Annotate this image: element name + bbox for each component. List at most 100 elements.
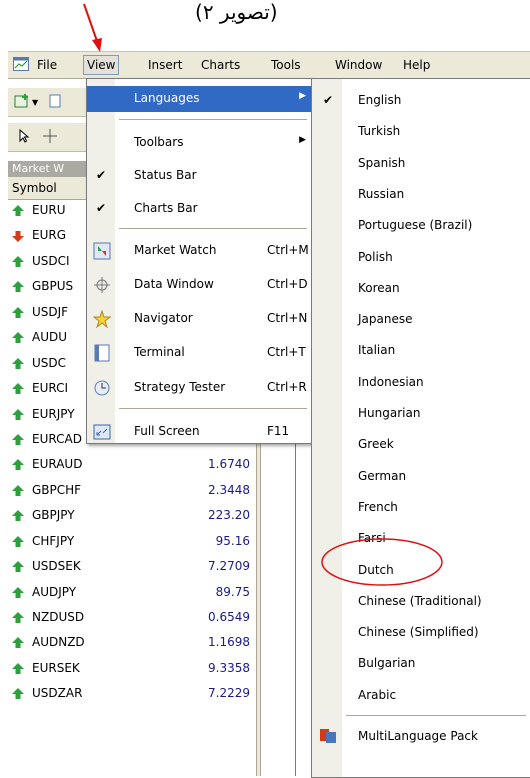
bid-value: 9.3358: [208, 660, 250, 675]
language-item-greek[interactable]: Greek: [312, 429, 530, 460]
view-menu-item-terminal[interactable]: Terminal Ctrl+T: [87, 340, 312, 366]
menu-item-shortcut: Ctrl+D: [267, 277, 308, 291]
view-menu-item-market-watch[interactable]: Market Watch Ctrl+M: [87, 238, 312, 264]
profiles-icon[interactable]: [48, 93, 64, 109]
up-arrow-icon: [12, 281, 24, 293]
view-menu-item-navigator[interactable]: Navigator Ctrl+N: [87, 306, 312, 332]
menu-insert[interactable]: Insert: [145, 56, 185, 74]
menu-item-label: Languages: [134, 91, 200, 105]
market-watch-row[interactable]: AUDNZD 1.1698: [8, 631, 260, 657]
crosshair-icon: [94, 277, 110, 293]
language-item-spanish[interactable]: Spanish: [312, 148, 530, 179]
market-watch-title: Market W: [8, 161, 92, 177]
language-item-german[interactable]: German: [312, 461, 530, 492]
language-label: Bulgarian: [358, 656, 416, 671]
market-watch-row[interactable]: GBPJPY 223.20: [8, 504, 260, 530]
navigator-star-icon: [93, 310, 111, 328]
language-item-italian[interactable]: Italian: [312, 335, 530, 366]
symbol-column-header[interactable]: Symbol: [8, 181, 57, 195]
red-circle-annotation: [321, 538, 443, 586]
language-item-polish[interactable]: Polish: [312, 242, 530, 273]
app-icon: [13, 57, 29, 71]
view-menu-item-data-window[interactable]: Data Window Ctrl+D: [87, 272, 312, 298]
menu-window[interactable]: Window: [332, 56, 385, 74]
language-item-turkish[interactable]: Turkish: [312, 116, 530, 147]
market-watch-row[interactable]: EURSEK 9.3358: [8, 657, 260, 683]
up-arrow-icon: [12, 561, 24, 573]
market-watch-row[interactable]: NZDUSD 0.6549: [8, 606, 260, 632]
up-arrow-icon: [12, 637, 24, 649]
menu-item-label: Charts Bar: [134, 201, 198, 215]
menu-tools[interactable]: Tools: [268, 56, 304, 74]
language-item-arabic[interactable]: Arabic: [312, 680, 530, 711]
bid-value: 89.75: [215, 584, 250, 599]
menu-charts[interactable]: Charts: [198, 56, 243, 74]
menu-item-shortcut: Ctrl+T: [267, 345, 306, 359]
market-watch-row[interactable]: USDZAR 7.2229: [8, 682, 260, 708]
language-label: German: [358, 468, 407, 483]
menu-item-shortcut: Ctrl+N: [267, 311, 308, 325]
language-label: Italian: [358, 343, 396, 358]
symbol-name: EURCI: [32, 381, 69, 396]
menu-file[interactable]: File: [34, 56, 60, 74]
checkmark-icon: ✔: [96, 168, 107, 182]
market-watch-row[interactable]: USDSEK 7.2709: [8, 555, 260, 581]
language-item-portuguese-brazil[interactable]: Portuguese (Brazil): [312, 210, 530, 241]
menu-item-label: Strategy Tester: [134, 380, 226, 394]
view-menu-item-status-bar[interactable]: ✔ Status Bar: [87, 163, 312, 189]
market-watch-row[interactable]: CHFJPY 95.16: [8, 530, 260, 556]
up-arrow-icon: [12, 433, 24, 445]
page-caption: (تصوير ۲): [195, 0, 278, 24]
cursor-icon[interactable]: [16, 128, 32, 144]
symbol-name: NZDUSD: [32, 610, 85, 624]
language-item-chinese-simplified[interactable]: Chinese (Simplified): [312, 617, 530, 648]
symbol-name: USDCI: [32, 253, 70, 268]
up-arrow-icon: [12, 332, 24, 344]
symbol-name: AUDNZD: [32, 635, 85, 650]
symbol-name: USDC: [32, 355, 67, 370]
language-item-multilanguage-pack[interactable]: MultiLanguage Pack: [312, 721, 530, 752]
language-item-english[interactable]: ✔ English: [312, 85, 530, 116]
view-menu-item-languages[interactable]: Languages ▶: [87, 86, 312, 112]
menu-item-shortcut: Ctrl+R: [267, 380, 307, 394]
view-menu-item-full-screen[interactable]: Full Screen F11: [87, 419, 312, 445]
view-menu-item-strategy-tester[interactable]: Strategy Tester Ctrl+R: [87, 375, 312, 401]
symbol-name: GBPUS: [32, 279, 74, 294]
language-label: Arabic: [358, 687, 397, 702]
dropdown-arrow-icon[interactable]: ▼: [32, 98, 38, 107]
language-label: Greek: [358, 437, 394, 452]
language-item-bulgarian[interactable]: Bulgarian: [312, 648, 530, 679]
language-item-chinese-traditional[interactable]: Chinese (Traditional): [312, 586, 530, 617]
menu-help[interactable]: Help: [400, 56, 433, 74]
up-arrow-icon: [12, 586, 24, 598]
language-item-hungarian[interactable]: Hungarian: [312, 398, 530, 429]
bid-value: 1.1698: [208, 635, 250, 650]
menu-separator: [119, 119, 307, 120]
market-watch-row[interactable]: GBPCHF 2.3448: [8, 479, 260, 505]
new-chart-icon[interactable]: [14, 93, 30, 109]
language-item-russian[interactable]: Russian: [312, 179, 530, 210]
up-arrow-icon: [12, 662, 24, 674]
view-menu: Languages ▶ Toolbars ▶ ✔ Status Bar ✔ Charts Ba…: [86, 78, 313, 444]
language-label: MultiLanguage Pack: [358, 729, 478, 743]
language-label: Spanish: [358, 155, 406, 170]
up-arrow-icon: [12, 535, 24, 547]
up-arrow-icon: [12, 408, 24, 420]
market-watch-row[interactable]: AUDJPY 89.75: [8, 581, 260, 606]
symbol-name: USDSEK: [32, 559, 81, 574]
symbol-name: EURSEK: [32, 660, 80, 675]
market-watch-row[interactable]: EURAUD 1.6740: [8, 453, 260, 479]
up-arrow-icon: [12, 255, 24, 267]
view-menu-item-charts-bar[interactable]: ✔ Charts Bar: [87, 196, 312, 222]
language-item-french[interactable]: French: [312, 492, 530, 523]
symbol-name: USDZAR: [32, 686, 83, 701]
language-item-japanese[interactable]: Japanese: [312, 304, 530, 335]
view-menu-item-toolbars[interactable]: Toolbars ▶: [87, 130, 312, 156]
menu-separator: [119, 228, 307, 229]
crosshair-icon[interactable]: [42, 128, 58, 144]
checkmark-icon: ✔: [96, 201, 107, 215]
language-item-korean[interactable]: Korean: [312, 273, 530, 304]
symbol-name: CHFJPY: [32, 533, 75, 548]
language-label: Chinese (Simplified): [358, 625, 479, 640]
language-item-indonesian[interactable]: Indonesian: [312, 367, 530, 398]
